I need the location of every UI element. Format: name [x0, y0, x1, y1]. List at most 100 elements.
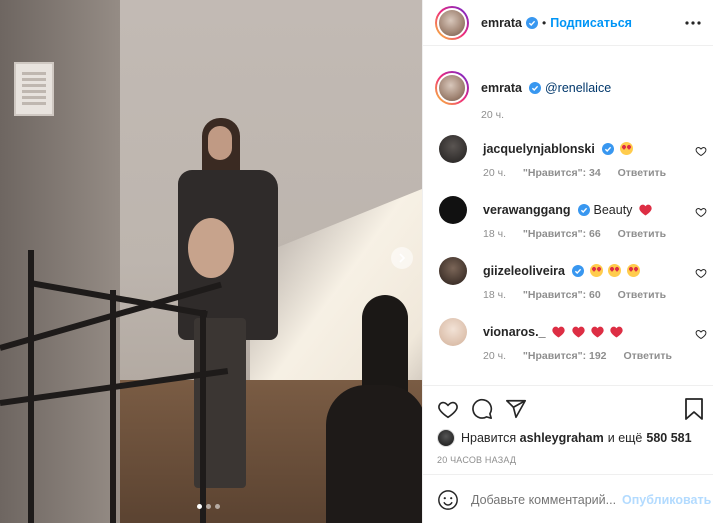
railing-post [28, 250, 34, 523]
author-avatar-image [437, 7, 467, 38]
caption-meta: emrata @renellaice 20 ч. [481, 71, 611, 121]
comment-meta: 20 ч. "Нравится": 192 Ответить [483, 350, 686, 362]
more-options-button[interactable] [684, 14, 702, 32]
add-comment-bar: Опубликовать [423, 474, 713, 523]
comment-item: jacquelynjablonski 20 ч. "Нравится": 34 … [439, 135, 707, 189]
railing-post [110, 290, 116, 523]
comment-meta: 18 ч. "Нравится": 66 Ответить [483, 228, 680, 240]
verified-badge-icon [526, 16, 538, 29]
comment-like-heart-icon[interactable] [695, 328, 707, 340]
verified-badge-icon [572, 265, 585, 277]
carousel-dot [197, 504, 202, 509]
comment-meta: 18 ч. "Нравится": 60 Ответить [483, 289, 680, 301]
caption-time: 20 ч. [481, 109, 504, 121]
comment-username[interactable]: jacquelynjablonski [483, 142, 595, 156]
heart-icon [438, 401, 458, 419]
comment-likes[interactable]: "Нравится": 66 [523, 228, 601, 240]
comments-list[interactable]: emrata @renellaice 20 ч. jacquelynjablon… [423, 47, 713, 385]
comment-time: 18 ч. [483, 228, 506, 240]
comment-likes[interactable]: "Нравится": 192 [523, 350, 607, 362]
comment-avatar[interactable] [439, 135, 467, 163]
caption-text: emrata @renellaice [481, 81, 611, 95]
author-username[interactable]: emrata [481, 16, 522, 30]
photo-railing [0, 250, 229, 523]
comment-likes[interactable]: "Нравится": 34 [523, 167, 601, 179]
likes-count[interactable]: 580 581 [646, 431, 691, 445]
chevron-right-icon [399, 253, 406, 263]
liker-avatar[interactable] [437, 429, 455, 447]
comment-button[interactable] [471, 398, 493, 420]
heart-eyes-emoji [626, 264, 640, 277]
comment-item: giizeleoliveira 18 ч. "Нравится": 60 Отв… [439, 257, 707, 311]
comment-reply-button[interactable]: Ответить [623, 350, 672, 362]
comment-meta: 20 ч. "Нравится": 34 Ответить [483, 167, 680, 179]
comment-avatar[interactable] [439, 196, 467, 224]
post-side-panel: emrata • Подписаться emrata @renellaice … [422, 0, 713, 523]
comment-text: verawanggang Beauty [483, 203, 652, 217]
carousel-next-button[interactable] [391, 247, 413, 269]
post-photo[interactable] [0, 0, 422, 523]
comment-item: vionaros._ 20 ч. "Нравится": 192 Ответит… [439, 318, 707, 372]
header-separator: • [542, 15, 547, 30]
caption-mention[interactable]: @renellaice [545, 81, 611, 95]
comment-like-heart-icon[interactable] [695, 206, 707, 218]
heart-emoji [571, 326, 585, 338]
likes-conj: и ещё [607, 431, 643, 445]
action-icons [437, 398, 527, 420]
post-header: emrata • Подписаться [423, 0, 713, 46]
comment-reply-button[interactable]: Ответить [618, 228, 667, 240]
post-caption: emrata @renellaice 20 ч. [435, 71, 611, 121]
likes-prefix: Нравится [461, 431, 517, 445]
caption-username[interactable]: emrata [481, 81, 522, 95]
comment-item: verawanggang Beauty 18 ч. "Нравится": 66… [439, 196, 707, 250]
heart-eyes-emoji [619, 142, 633, 155]
verified-badge-icon [578, 204, 591, 216]
carousel-dot [206, 504, 211, 509]
comment-username[interactable]: vionaros._ [483, 325, 546, 339]
heart-eyes-emoji [608, 264, 622, 277]
smiley-icon[interactable] [437, 489, 459, 511]
railing-post [200, 310, 206, 523]
comment-time: 20 ч. [483, 167, 506, 179]
post-actions: Нравится ashleygraham и ещё 580 581 20 Ч… [423, 385, 713, 523]
photo-vent [14, 62, 54, 116]
red-heart-emoji [639, 204, 652, 216]
comment-username[interactable]: giizeleoliveira [483, 264, 565, 278]
carousel-dots [197, 504, 220, 509]
heart-emoji [591, 326, 604, 338]
comment-username[interactable]: verawanggang [483, 203, 571, 217]
verified-badge-icon [602, 143, 615, 155]
comment-reply-button[interactable]: Ответить [618, 289, 667, 301]
comment-like-heart-icon[interactable] [695, 267, 707, 279]
comment-text: vionaros._ [483, 325, 624, 339]
comment-text: giizeleoliveira [483, 264, 640, 278]
post-date[interactable]: 20 ЧАСОВ НАЗАД [437, 455, 516, 465]
photo-dog [326, 295, 422, 523]
author-avatar[interactable] [435, 5, 469, 40]
comment-likes[interactable]: "Нравится": 60 [523, 289, 601, 301]
save-button[interactable] [684, 398, 704, 420]
liker-username[interactable]: ashleygraham [520, 431, 604, 445]
comment-like-heart-icon[interactable] [695, 145, 707, 157]
comment-time: 20 ч. [483, 350, 506, 362]
speech-bubble-icon [472, 398, 493, 419]
heart-emoji [552, 326, 565, 338]
photo-dog-body [326, 385, 422, 523]
like-button[interactable] [437, 398, 459, 420]
heart-eyes-emoji [589, 264, 603, 277]
likes-summary: Нравится ashleygraham и ещё 580 581 [437, 429, 692, 447]
comment-reply-button[interactable]: Ответить [618, 167, 667, 179]
comment-avatar[interactable] [439, 257, 467, 285]
more-horizontal-icon [685, 21, 701, 25]
verified-badge-icon [529, 82, 542, 94]
photo-person-face [208, 126, 232, 160]
caption-avatar-image [437, 73, 467, 103]
publish-button[interactable]: Опубликовать [622, 493, 711, 507]
carousel-dot [215, 504, 220, 509]
follow-button[interactable]: Подписаться [550, 16, 632, 30]
caption-author-avatar[interactable] [435, 71, 469, 105]
share-button[interactable] [505, 398, 527, 420]
heart-emoji [610, 326, 624, 338]
comment-input[interactable] [471, 492, 619, 507]
comment-avatar[interactable] [439, 318, 467, 346]
